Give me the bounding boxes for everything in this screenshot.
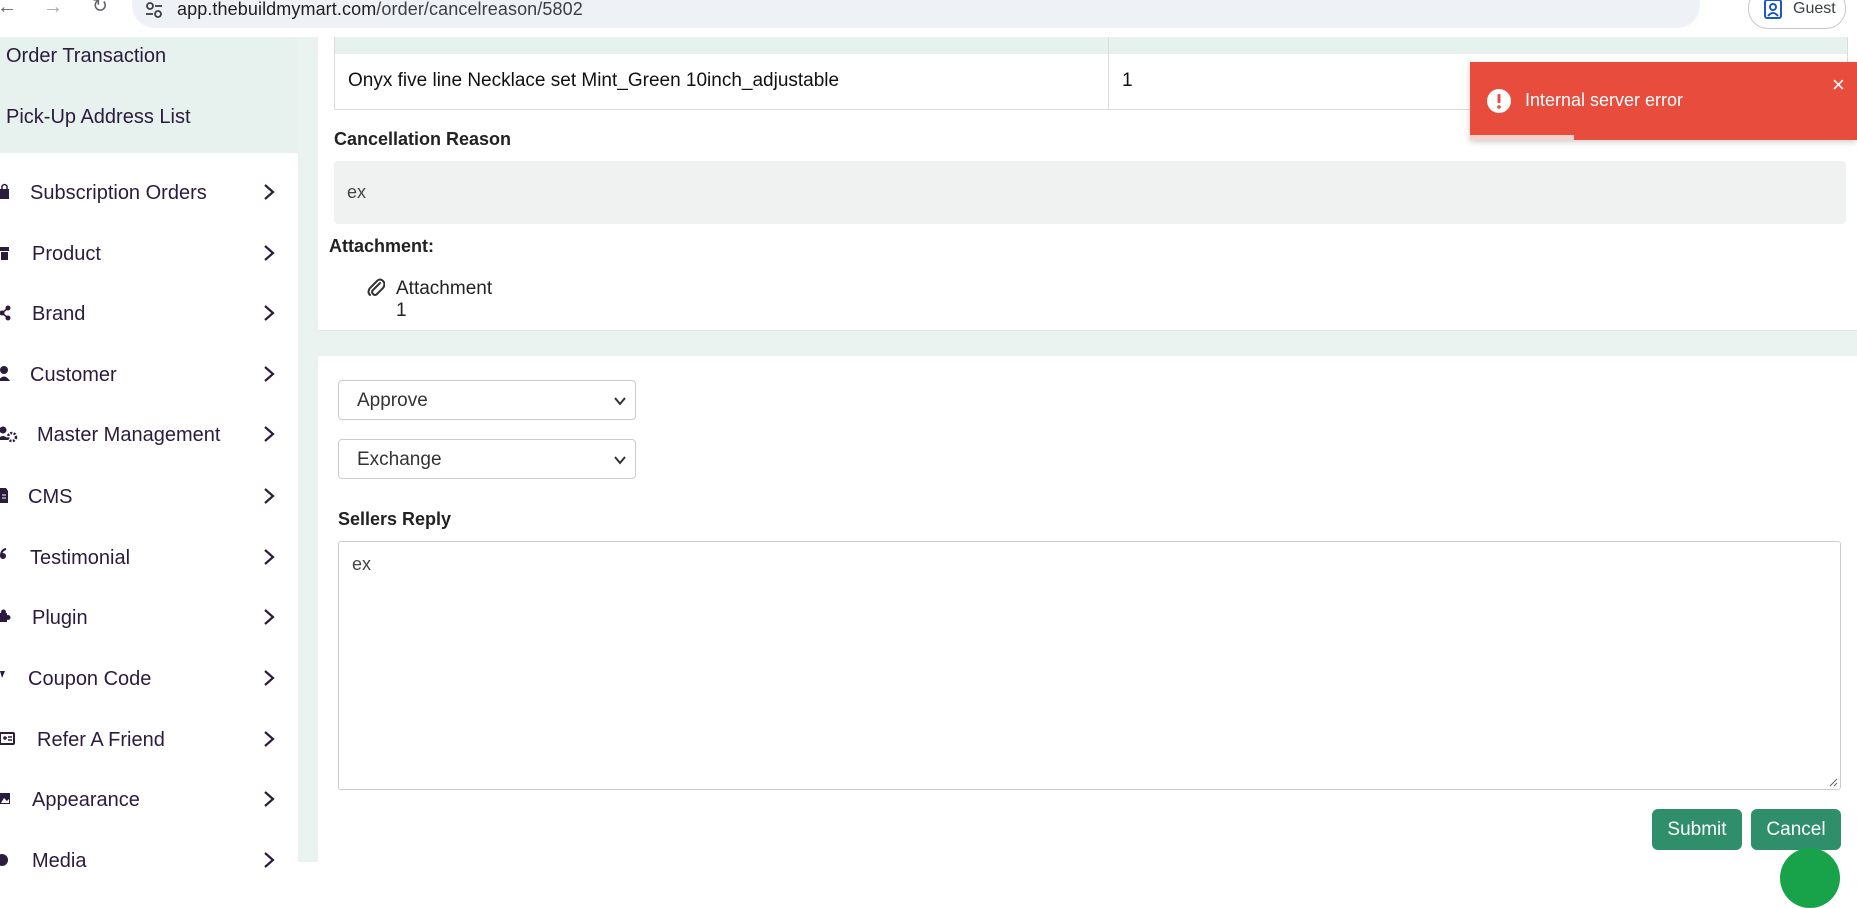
- chevron-right-icon: [264, 426, 275, 442]
- puzzle-icon: [0, 609, 11, 622]
- error-icon: [1487, 89, 1511, 113]
- cancellation-reason-label: Cancellation Reason: [334, 129, 512, 149]
- browser-toolbar: ← → ↻ app.thebuildmymart.com/order/cance…: [0, 0, 1857, 38]
- sellers-reply-value: ex: [352, 554, 372, 574]
- sidebar-item-plugin[interactable]: Plugin: [0, 594, 298, 644]
- address-bar[interactable]: app.thebuildmymart.com/order/cancelreaso…: [132, 0, 1700, 28]
- attachment-label: Attachment:: [329, 236, 435, 256]
- paperclip-icon: [367, 278, 385, 296]
- tag-icon: [0, 671, 5, 678]
- chevron-right-icon: [264, 184, 275, 200]
- sellers-reply-textarea[interactable]: ex: [338, 541, 1841, 790]
- chevron-right-icon: [264, 366, 275, 382]
- error-toast: Internal server error ×: [1470, 62, 1857, 140]
- sidebar-link-pickup-address-list[interactable]: Pick-Up Address List: [6, 106, 191, 129]
- sidebar-item-label: Subscription Orders: [30, 182, 207, 204]
- sidebar-link-order-transaction[interactable]: Order Transaction: [6, 45, 166, 68]
- profile-label: Guest: [1793, 0, 1836, 17]
- sidebar-item-testimonial[interactable]: Testimonial: [0, 534, 298, 584]
- column-divider: [1108, 54, 1109, 109]
- sidebar-item-label: Customer: [30, 364, 117, 386]
- sidebar-item-label: Plugin: [32, 607, 88, 629]
- sellers-reply-label: Sellers Reply: [338, 509, 452, 529]
- share-icon: [0, 305, 11, 321]
- sidebar-item-label: Coupon Code: [28, 668, 152, 690]
- chevron-right-icon: [264, 245, 275, 261]
- sidebar-item-product[interactable]: Product: [0, 230, 298, 280]
- quote-icon: [0, 548, 7, 559]
- sidebar-item-label: Brand: [32, 303, 86, 325]
- site-settings-icon[interactable]: [144, 0, 164, 20]
- table-header: [334, 37, 1848, 55]
- back-arrow-icon[interactable]: ←: [0, 0, 18, 18]
- sidebar-item-brand[interactable]: Brand: [0, 290, 298, 340]
- sidebar-item-label: CMS: [28, 486, 73, 508]
- action-select-value: Approve: [357, 390, 428, 411]
- users-gear-icon: [0, 426, 18, 443]
- bag-icon: [0, 183, 9, 199]
- resolution-type-select[interactable]: Exchange: [338, 439, 636, 479]
- document-icon: [0, 488, 8, 503]
- chevron-right-icon: [264, 549, 275, 565]
- column-divider: [1108, 37, 1109, 54]
- resolution-type-select-value: Exchange: [357, 449, 442, 470]
- sidebar-item-label: Master Management: [37, 424, 221, 446]
- reload-icon[interactable]: ↻: [89, 0, 111, 18]
- sidebar-item-subscription-orders[interactable]: Subscription Orders: [0, 169, 298, 219]
- sidebar-item-label: Testimonial: [30, 547, 131, 569]
- profile-icon: [1764, 0, 1782, 19]
- toast-message: Internal server error: [1525, 90, 1684, 110]
- chevron-right-icon: [264, 791, 275, 807]
- sidebar-submenu: Order Transaction Pick-Up Address List: [0, 37, 298, 153]
- chevron-right-icon: [264, 852, 275, 868]
- cancel-button[interactable]: Cancel: [1751, 809, 1841, 850]
- sidebar-item-refer-a-friend[interactable]: Refer A Friend: [0, 716, 298, 766]
- submit-button[interactable]: Submit: [1652, 809, 1742, 850]
- chevron-right-icon: [264, 609, 275, 625]
- sidebar-item-label: Product: [32, 243, 101, 265]
- image-icon: [0, 793, 10, 804]
- chevron-down-icon: [614, 456, 626, 465]
- play-icon: [0, 854, 8, 866]
- toast-progress-bar: [1470, 135, 1574, 140]
- sidebar: Order Transaction Pick-Up Address List S…: [0, 37, 298, 872]
- chevron-right-icon: [264, 670, 275, 686]
- sidebar-item-appearance[interactable]: Appearance: [0, 776, 298, 826]
- box-icon: [0, 247, 9, 260]
- sidebar-item-master-management[interactable]: Master Management: [0, 411, 298, 461]
- action-select[interactable]: Approve: [338, 380, 636, 420]
- chevron-right-icon: [264, 305, 275, 321]
- id-card-icon: [0, 732, 15, 745]
- sidebar-item-cms[interactable]: CMS: [0, 473, 298, 523]
- quantity-cell: 1: [1122, 70, 1133, 91]
- sidebar-item-customer[interactable]: Customer: [0, 351, 298, 401]
- forward-arrow-icon[interactable]: →: [42, 0, 64, 18]
- user-icon: [0, 366, 10, 381]
- url-text[interactable]: app.thebuildmymart.com/order/cancelreaso…: [177, 0, 583, 20]
- chevron-right-icon: [264, 731, 275, 747]
- resize-grip-icon[interactable]: [1828, 777, 1838, 787]
- cancellation-reason-box: ex: [334, 161, 1846, 224]
- sidebar-item-coupon-code[interactable]: Coupon Code: [0, 655, 298, 705]
- chevron-right-icon: [264, 488, 275, 504]
- profile-button[interactable]: Guest: [1748, 0, 1846, 29]
- chevron-down-icon: [614, 397, 626, 406]
- sidebar-item-label: Appearance: [32, 789, 140, 811]
- cancellation-reason-value: ex: [347, 182, 367, 202]
- attachment-link-label: Attachment 1: [396, 278, 493, 321]
- chat-widget-button[interactable]: [1780, 848, 1840, 908]
- sidebar-item-label: Refer A Friend: [37, 729, 165, 751]
- close-icon[interactable]: ×: [1832, 74, 1845, 96]
- sidebar-item-media[interactable]: Media: [0, 837, 298, 887]
- product-name-cell: Onyx five line Necklace set Mint_Green 1…: [348, 70, 840, 91]
